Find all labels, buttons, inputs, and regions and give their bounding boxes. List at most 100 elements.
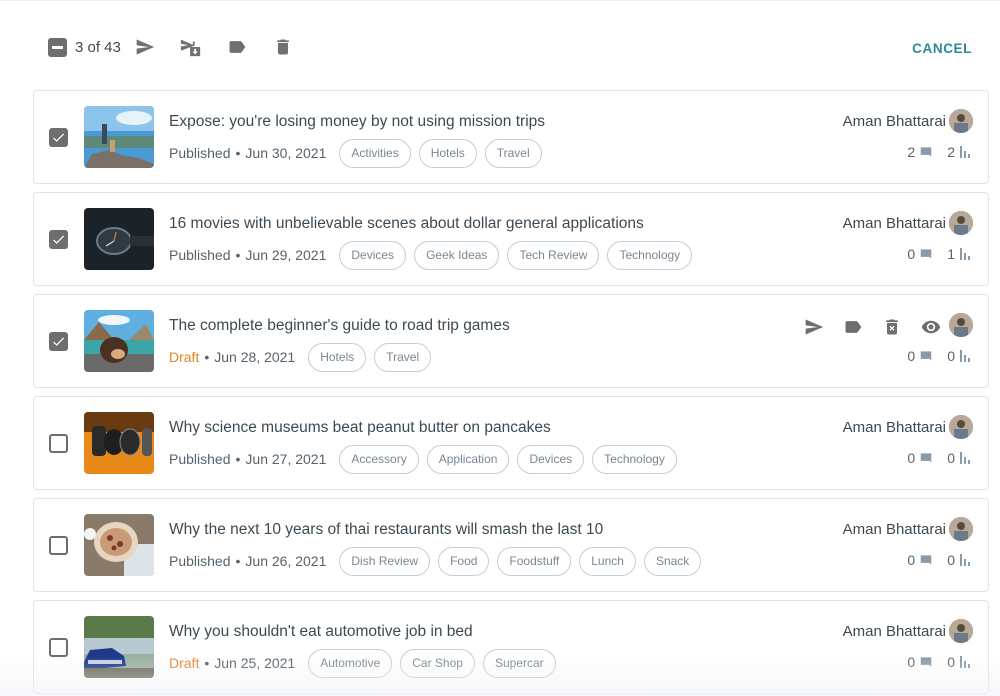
post-row[interactable]: Why the next 10 years of thai restaurant… xyxy=(33,498,989,592)
delete-icon[interactable] xyxy=(880,315,904,339)
tag-chip[interactable]: Technology xyxy=(607,240,693,270)
tag-chip[interactable]: Hotels xyxy=(418,138,477,168)
post-row[interactable]: Expose: you're losing money by not using… xyxy=(33,90,989,184)
delete-trash-icon[interactable] xyxy=(271,35,295,59)
tag-chip[interactable]: Lunch xyxy=(579,546,636,576)
post-stats: 0 1 xyxy=(907,246,971,262)
label-icon[interactable] xyxy=(841,315,865,339)
comment-count: 0 xyxy=(907,450,916,466)
post-status: Published xyxy=(169,553,231,569)
tag-chip[interactable]: Application xyxy=(426,444,510,474)
tag-chip[interactable]: Travel xyxy=(484,138,542,168)
comment-count: 0 xyxy=(907,246,916,262)
stats-bars-icon xyxy=(959,656,971,668)
tag-chip[interactable]: Devices xyxy=(517,444,585,474)
tag-chip[interactable]: Foodstuff xyxy=(497,546,572,576)
comment-count: 0 xyxy=(907,552,916,568)
check-icon xyxy=(53,235,65,244)
post-title[interactable]: Why you shouldn't eat automotive job in … xyxy=(169,623,473,641)
row-checkbox[interactable] xyxy=(49,434,68,453)
author-name: Aman Bhattarai xyxy=(842,419,946,436)
post-title[interactable]: Why the next 10 years of thai restaurant… xyxy=(169,521,603,539)
view-count: 1 xyxy=(947,246,955,262)
tag-chip[interactable]: Accessory xyxy=(339,444,419,474)
top-divider xyxy=(0,0,1000,1)
post-status: Published xyxy=(169,451,231,467)
tag-chip[interactable]: Snack xyxy=(643,546,702,576)
post-date: Jun 28, 2021 xyxy=(214,349,296,365)
post-row[interactable]: The complete beginner's guide to road tr… xyxy=(33,294,989,388)
meta-separator: • xyxy=(204,349,210,365)
post-title[interactable]: Why science museums beat peanut butter o… xyxy=(169,419,551,437)
stats-bars-icon xyxy=(959,554,971,566)
tag-chip[interactable]: Geek Ideas xyxy=(414,240,500,270)
post-thumbnail[interactable] xyxy=(84,208,154,270)
tag-chip[interactable]: Technology xyxy=(592,444,677,474)
post-title[interactable]: 16 movies with unbelievable scenes about… xyxy=(169,215,644,233)
smartwatches-image xyxy=(84,412,154,474)
tag-chip[interactable]: Hotels xyxy=(308,342,367,372)
tag-chip[interactable]: Food xyxy=(438,546,490,576)
comment-icon xyxy=(919,247,933,261)
comment-icon xyxy=(919,451,933,465)
row-checkbox[interactable] xyxy=(49,638,68,657)
tag-chip[interactable]: Travel xyxy=(374,342,432,372)
move-to-drafts-icon[interactable] xyxy=(179,35,203,59)
post-meta: Draft • Jun 25, 2021 Automotive Car Shop… xyxy=(169,648,564,678)
post-row[interactable]: 16 movies with unbelievable scenes about… xyxy=(33,192,989,286)
cancel-button[interactable]: CANCEL xyxy=(912,41,972,56)
author-avatar xyxy=(949,313,973,337)
tag-chip[interactable]: Tech Review xyxy=(507,240,600,270)
row-checkbox-checked[interactable] xyxy=(49,332,68,351)
comment-count: 0 xyxy=(907,348,916,364)
row-checkbox[interactable] xyxy=(49,536,68,555)
tag-chip[interactable]: Activities xyxy=(339,138,411,168)
post-row[interactable]: Why you shouldn't eat automotive job in … xyxy=(33,600,989,694)
post-thumbnail[interactable] xyxy=(84,514,154,576)
publish-send-icon[interactable] xyxy=(133,35,157,59)
post-status: Published xyxy=(169,247,231,263)
send-icon[interactable] xyxy=(802,315,826,339)
post-row[interactable]: Why science museums beat peanut butter o… xyxy=(33,396,989,490)
row-checkbox-checked[interactable] xyxy=(49,230,68,249)
blue-car-image xyxy=(84,616,154,678)
meta-separator: • xyxy=(235,145,241,161)
tag-chip[interactable]: Dish Review xyxy=(339,546,431,576)
meta-separator: • xyxy=(235,247,241,263)
post-thumbnail[interactable] xyxy=(84,310,154,372)
post-stats: 0 0 xyxy=(907,654,971,670)
post-date: Jun 27, 2021 xyxy=(245,451,327,467)
post-thumbnail[interactable] xyxy=(84,616,154,678)
view-count: 0 xyxy=(947,450,955,466)
lake-woman-image xyxy=(84,310,154,372)
tag-chip[interactable]: Devices xyxy=(339,240,407,270)
post-thumbnail[interactable] xyxy=(84,412,154,474)
meta-separator: • xyxy=(204,655,210,671)
tag-chip[interactable]: Car Shop xyxy=(400,648,475,678)
check-icon xyxy=(53,133,65,142)
post-thumbnail[interactable] xyxy=(84,106,154,168)
label-tag-icon[interactable] xyxy=(225,35,249,59)
post-meta: Draft • Jun 28, 2021 Hotels Travel xyxy=(169,342,439,372)
post-stats: 0 0 xyxy=(907,348,971,364)
tag-chip[interactable]: Automotive xyxy=(308,648,393,678)
post-title[interactable]: Expose: you're losing money by not using… xyxy=(169,113,545,131)
post-stats: 2 2 xyxy=(907,144,971,160)
preview-eye-icon[interactable] xyxy=(919,315,943,339)
tag-chip[interactable]: Supercar xyxy=(482,648,556,678)
author-name: Aman Bhattarai xyxy=(842,215,946,232)
check-icon xyxy=(53,337,65,346)
post-status: Published xyxy=(169,145,231,161)
view-count: 0 xyxy=(947,552,955,568)
view-count: 0 xyxy=(947,654,955,670)
view-count: 0 xyxy=(947,348,955,364)
post-title[interactable]: The complete beginner's guide to road tr… xyxy=(169,317,510,335)
post-stats: 0 0 xyxy=(907,552,971,568)
post-date: Jun 26, 2021 xyxy=(245,553,327,569)
comment-icon xyxy=(919,655,933,669)
post-stats: 0 0 xyxy=(907,450,971,466)
row-checkbox-checked[interactable] xyxy=(49,128,68,147)
stats-bars-icon xyxy=(959,248,971,260)
bulk-select-checkbox[interactable] xyxy=(48,37,67,57)
post-meta: Published • Jun 27, 2021 Accessory Appli… xyxy=(169,444,685,474)
